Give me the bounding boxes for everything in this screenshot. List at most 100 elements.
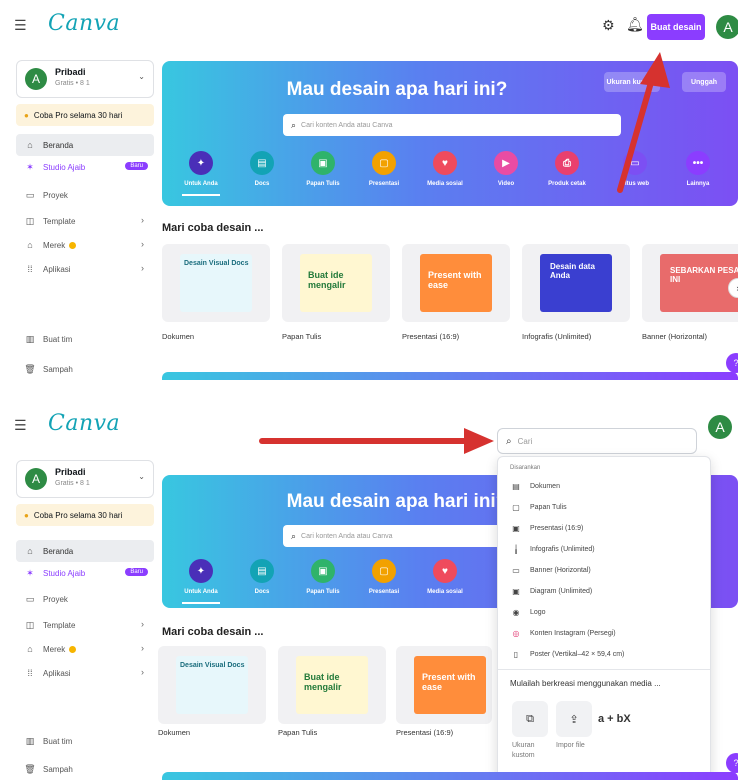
category-media-sosial[interactable]: ♥ Media sosial — [410, 559, 480, 595]
category-papan-tulis[interactable]: ▣ Papan Tulis — [288, 559, 358, 595]
design-card-presentasi[interactable]: Present with ease — [402, 244, 510, 322]
card-label: Presentasi (16:9) — [396, 728, 454, 737]
card-thumbnail: Desain Visual Docs — [180, 254, 252, 312]
design-card-papan-tulis[interactable]: Buat ide mengalir — [282, 244, 390, 322]
category-presentasi[interactable]: ▢ Presentasi — [349, 151, 419, 187]
chevron-right-icon: › — [141, 643, 144, 653]
sidebar-item-template[interactable]: ◫ Template › — [16, 210, 154, 232]
suggestion-item[interactable]: ╽ Infografis (Unlimited) — [498, 540, 710, 559]
category-situs-web[interactable]: ▭ Situs web — [600, 151, 670, 187]
upload-button[interactable]: Unggah — [682, 72, 726, 92]
help-button[interactable]: ? — [726, 353, 738, 373]
hero-banner: Mau desain apa hari ini? Ukuran kustom U… — [162, 61, 738, 206]
canva-logo[interactable]: Canva — [48, 11, 120, 36]
category-label: Lainnya — [686, 181, 710, 187]
category-papan-tulis[interactable]: ▣ Papan Tulis — [288, 151, 358, 187]
category-produk-cetak[interactable]: ⎙ Produk cetak — [532, 151, 602, 187]
account-switcher[interactable]: A Pribadi Gratis • 8 1 ⌄ — [16, 60, 154, 98]
sidebar-item-proyek[interactable]: ▭ Proyek — [16, 588, 154, 610]
custom-size-button[interactable]: Ukuran kustom — [604, 72, 660, 92]
account-plan: Gratis • 8 1 — [55, 480, 90, 487]
create-design-button[interactable]: Buat desain — [647, 14, 705, 40]
sidebar-item-proyek[interactable]: ▭ Proyek — [16, 184, 154, 206]
design-card-papan-tulis[interactable]: Buat ide mengalir — [278, 646, 386, 724]
thumb-text: Present with ease — [428, 270, 482, 290]
category-media-sosial[interactable]: ♥ Media sosial — [410, 151, 480, 187]
sidebar-item-merek[interactable]: ⌂ Merek › — [16, 234, 154, 256]
category-label: Papan Tulis — [306, 589, 340, 595]
sidebar-item-buat-tim[interactable]: ▥ Buat tim — [16, 328, 154, 350]
category-presentasi[interactable]: ▢ Presentasi — [349, 559, 419, 595]
chevron-down-icon: ⌄ — [138, 72, 145, 81]
thumb-text: Buat ide mengalir — [304, 672, 342, 692]
suggestion-item[interactable]: ▯ Poster (Vertikal–42 × 59,4 cm) — [498, 645, 710, 664]
design-card-banner[interactable]: SEBARKAN PESAN INI — [642, 244, 738, 322]
suggestion-item[interactable]: ◎ Konten Instagram (Persegi) — [498, 624, 710, 643]
menu-icon[interactable]: ☰ — [14, 417, 30, 433]
gear-icon[interactable]: ⚙ — [602, 17, 615, 34]
trash-icon: 🗑︎ — [24, 763, 36, 774]
card-thumbnail: Buat ide mengalir — [300, 254, 372, 312]
card-thumbnail: Buat ide mengalir — [296, 656, 368, 714]
design-card-dokumen[interactable]: Desain Visual Docs — [158, 646, 266, 724]
avatar[interactable]: A — [716, 15, 738, 39]
account-switcher[interactable]: A Pribadi Gratis • 8 1 ⌄ — [16, 460, 154, 498]
card-thumbnail: Present with ease — [420, 254, 492, 312]
new-badge: Baru — [125, 568, 148, 576]
design-card-infografis[interactable]: Desain data Anda — [522, 244, 630, 322]
suggestion-item[interactable]: ▣ Presentasi (16:9) — [498, 519, 710, 538]
category-label: Presentasi — [368, 181, 400, 187]
design-card-presentasi[interactable]: Present with ease — [396, 646, 492, 724]
sidebar-item-studio-ajaib[interactable]: ✶ Studio Ajaib Baru — [16, 562, 154, 584]
suggestion-label: Presentasi (16:9) — [530, 525, 584, 532]
sidebar-item-beranda[interactable]: ⌂ Beranda — [16, 540, 154, 562]
menu-icon[interactable]: ☰ — [14, 17, 30, 33]
sidebar-item-studio-ajaib[interactable]: ✶ Studio Ajaib Baru — [16, 156, 154, 178]
upload-icon: ⇪ — [569, 713, 579, 726]
canva-logo[interactable]: Canva — [48, 411, 120, 436]
suggestion-item[interactable]: ▤ Dokumen — [498, 477, 710, 496]
sidebar-item-template[interactable]: ◫ Template › — [16, 614, 154, 636]
category-lainnya[interactable]: ••• Lainnya — [663, 151, 733, 187]
hero-title: Mau desain apa hari ini? — [286, 79, 508, 100]
avatar[interactable]: A — [708, 415, 732, 439]
docs-icon: ▤ — [250, 151, 274, 175]
search-input[interactable]: ⌕ Cari — [497, 428, 697, 454]
category-docs[interactable]: ▤ Docs — [227, 151, 297, 187]
sidebar-item-aplikasi[interactable]: ⁞⁞ Aplikasi › — [16, 662, 154, 684]
sidebar-item-sampah[interactable]: 🗑︎ Sampah — [16, 758, 154, 780]
suggestion-item[interactable]: ◉ Logo — [498, 603, 710, 622]
bell-icon[interactable]: 🔔︎ — [626, 16, 644, 33]
thumb-text: Desain data Anda — [550, 262, 595, 280]
sidebar-item-sampah[interactable]: 🗑︎ Sampah — [16, 358, 154, 380]
sidebar-item-buat-tim[interactable]: ▥ Buat tim — [16, 730, 154, 752]
suggestion-label: Banner (Horizontal) — [530, 567, 591, 574]
account-name: Pribadi — [55, 67, 86, 77]
screenshot-panel-bottom: ☰ Canva A A Pribadi Gratis • 8 1 ⌄ ● Cob… — [0, 400, 738, 780]
pro-trial-button[interactable]: ● Coba Pro selama 30 hari — [16, 504, 154, 526]
sidebar-item-merek[interactable]: ⌂ Merek › — [16, 638, 154, 660]
hero-search-input[interactable]: ⌕ Cari konten Anda atau Canva — [283, 114, 621, 136]
tile-label: Impor file — [556, 742, 585, 749]
suggestion-item[interactable]: ▭ Banner (Horizontal) — [498, 561, 710, 580]
import-file-tile[interactable]: ⇪ — [556, 701, 592, 737]
sparkle-icon: ✶ — [26, 567, 34, 578]
website-icon: ▭ — [623, 151, 647, 175]
suggestion-item[interactable]: ▣ Diagram (Unlimited) — [498, 582, 710, 601]
custom-size-tile[interactable]: ⧉ — [512, 701, 548, 737]
presentation-icon: ▢ — [372, 151, 396, 175]
category-docs[interactable]: ▤ Docs — [227, 559, 297, 595]
design-card-dokumen[interactable]: Desain Visual Docs — [162, 244, 270, 322]
suggestion-item[interactable]: ▢ Papan Tulis — [498, 498, 710, 517]
card-label: Presentasi (16:9) — [402, 332, 460, 341]
search-placeholder: Cari konten Anda atau Canva — [301, 121, 393, 129]
search-placeholder: Cari — [517, 436, 533, 446]
sidebar-item-aplikasi[interactable]: ⁞⁞ Aplikasi › — [16, 258, 154, 280]
pro-trial-button[interactable]: ● Coba Pro selama 30 hari — [16, 104, 154, 126]
category-untuk-anda[interactable]: ✦ Untuk Anda — [166, 151, 236, 196]
category-video[interactable]: ▶ Video — [471, 151, 541, 187]
sidebar-item-beranda[interactable]: ⌂ Beranda — [16, 134, 154, 156]
help-button[interactable]: ? — [726, 753, 738, 773]
account-plan: Gratis • 8 1 — [55, 80, 90, 87]
category-untuk-anda[interactable]: ✦ Untuk Anda — [166, 559, 236, 604]
